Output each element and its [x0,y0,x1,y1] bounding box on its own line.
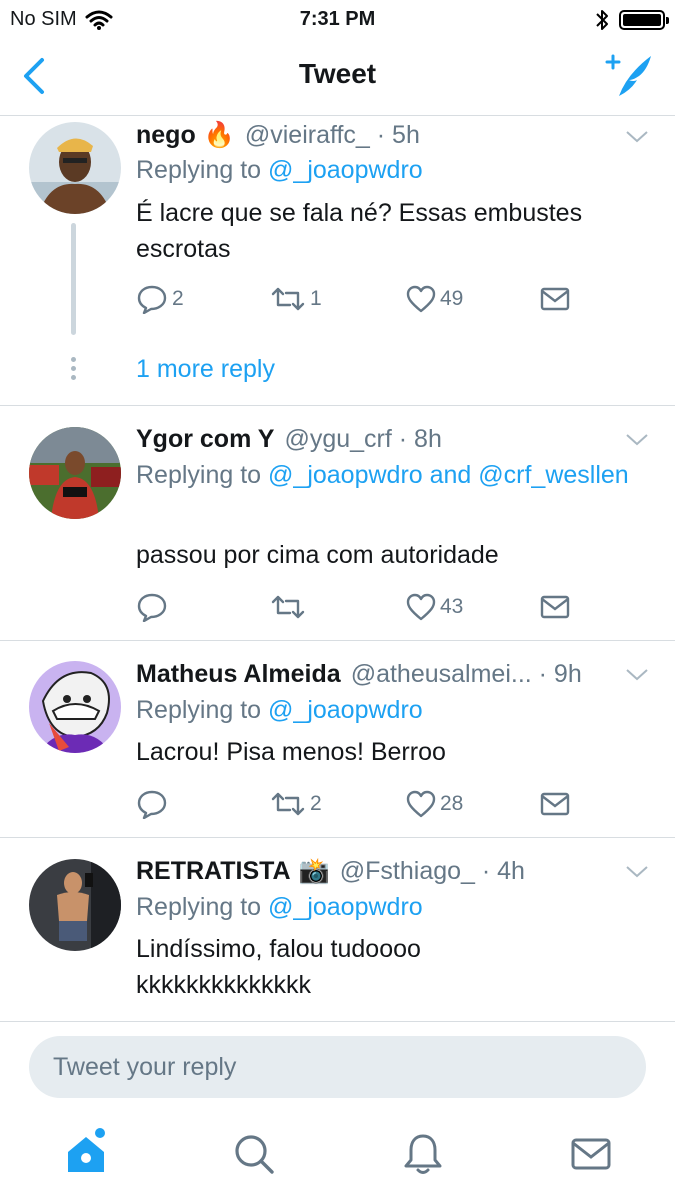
reply-button[interactable] [136,591,172,623]
battery-icon [619,10,669,30]
page-title: Tweet [298,58,377,89]
tweet-actions: 43 [136,591,576,623]
replying-to: Replying to @_joaopwdro [136,156,423,184]
retweet-icon [271,792,305,816]
tweet-item[interactable]: Matheus Almeida @atheusalmei... · 9h Rep… [0,641,675,838]
reply-button[interactable] [136,788,172,820]
author-name[interactable]: Matheus Almeida [136,660,341,689]
tweet-item[interactable]: RETRATISTA 📸 @Fsthiago_ · 4h Replying to… [0,838,675,1022]
replying-to: Replying to @_joaopwdro [136,893,423,921]
reply-icon [137,790,167,819]
search-icon[interactable] [232,1132,276,1176]
retweet-icon [271,287,305,311]
heart-icon [406,593,436,621]
share-button[interactable] [540,591,570,623]
tweet-text: passou por cima com autoridade [136,541,499,569]
retweet-button[interactable] [270,591,310,623]
retweet-icon [271,595,305,619]
new-tweets-indicator [95,1128,105,1138]
avatar[interactable] [29,661,121,753]
bluetooth-icon [596,10,608,30]
tweet-text: Lindíssimo, falou tudoooo kkkkkkkkkkkkkk [136,935,421,999]
tweet-actions: 2 1 49 [136,283,576,315]
tweet-header: Ygor com Y @ygu_crf · 8h [136,425,675,457]
tweet-item[interactable]: Ygor com Y @ygu_crf · 8h Replying to @_j… [0,406,675,641]
share-button[interactable] [540,788,570,820]
like-count: 49 [440,287,464,310]
replying-to: Replying to @_joaopwdro and @crf_wesllen [136,461,629,489]
fire-emoji: 🔥 [203,121,235,149]
avatar[interactable] [29,859,121,951]
like-count: 43 [440,595,464,618]
reply-composer[interactable] [29,1036,646,1098]
tweet-item[interactable]: nego 🔥 @vieiraffc_ · 5h Replying to @_jo… [0,117,675,406]
avatar[interactable] [29,122,121,214]
messages-icon[interactable] [569,1132,613,1176]
author-name[interactable]: nego [136,121,196,150]
compose-tweet-icon[interactable] [605,52,655,98]
chevron-down-icon[interactable] [625,432,649,448]
more-replies-link[interactable]: 1 more reply [136,355,275,384]
mention-link[interactable]: @_joaopwdro [268,893,423,921]
reply-icon [137,285,167,314]
like-button[interactable]: 43 [406,591,463,623]
reply-button[interactable]: 2 [136,283,184,315]
like-count: 28 [440,792,464,815]
retweet-count: 1 [310,287,322,310]
handle-time: @atheusalmei... · 9h [350,660,582,688]
like-button[interactable]: 28 [406,788,463,820]
home-icon[interactable] [64,1132,108,1176]
avatar[interactable] [29,427,121,519]
reply-icon [137,593,167,622]
status-bar: No SIM 7:31 PM [0,0,675,38]
chevron-down-icon[interactable] [625,129,649,145]
mail-icon [540,792,570,816]
tweet-text: É lacre que se fala né? Essas embustes e… [136,199,583,263]
tweet-actions: 2 28 [136,788,576,820]
chevron-down-icon[interactable] [625,864,649,880]
reply-input[interactable] [29,1036,646,1098]
tweet-header: RETRATISTA 📸 @Fsthiago_ · 4h [136,857,675,889]
tab-bar [0,1110,675,1200]
share-button[interactable] [540,283,570,315]
mention-link[interactable]: @_joaopwdro [268,156,423,184]
nav-bar: Tweet [0,38,675,116]
author-name[interactable]: Ygor com Y [136,425,274,454]
tweet-header: Matheus Almeida @atheusalmei... · 9h [136,660,675,692]
retweet-button[interactable]: 1 [270,283,322,315]
mail-icon [540,595,570,619]
status-time: 7:31 PM [299,8,376,30]
tweet-header: nego 🔥 @vieiraffc_ · 5h [136,121,675,153]
thread-line [71,223,76,335]
mention-link[interactable]: @crf_wesllen [478,461,628,489]
replying-to: Replying to @_joaopwdro [136,696,423,724]
heart-icon [406,790,436,818]
mention-link[interactable]: @_joaopwdro [268,461,423,489]
tweet-text: Lacrou! Pisa menos! Berroo [136,738,446,766]
retweet-count: 2 [310,792,322,815]
camera-flash-emoji: 📸 [298,857,330,885]
reply-count: 2 [172,287,184,310]
like-button[interactable]: 49 [406,283,463,315]
retweet-button[interactable]: 2 [270,788,322,820]
more-replies-dots [71,357,77,384]
author-name[interactable]: RETRATISTA [136,857,291,886]
chevron-down-icon[interactable] [625,667,649,683]
mention-link[interactable]: @_joaopwdro [268,696,423,724]
handle-time: @ygu_crf · 8h [284,425,442,453]
handle-time: @Fsthiago_ · 4h [339,857,525,885]
handle-time: @vieiraffc_ · 5h [244,121,420,149]
heart-icon [406,285,436,313]
notifications-icon[interactable] [401,1132,445,1176]
mail-icon [540,287,570,311]
